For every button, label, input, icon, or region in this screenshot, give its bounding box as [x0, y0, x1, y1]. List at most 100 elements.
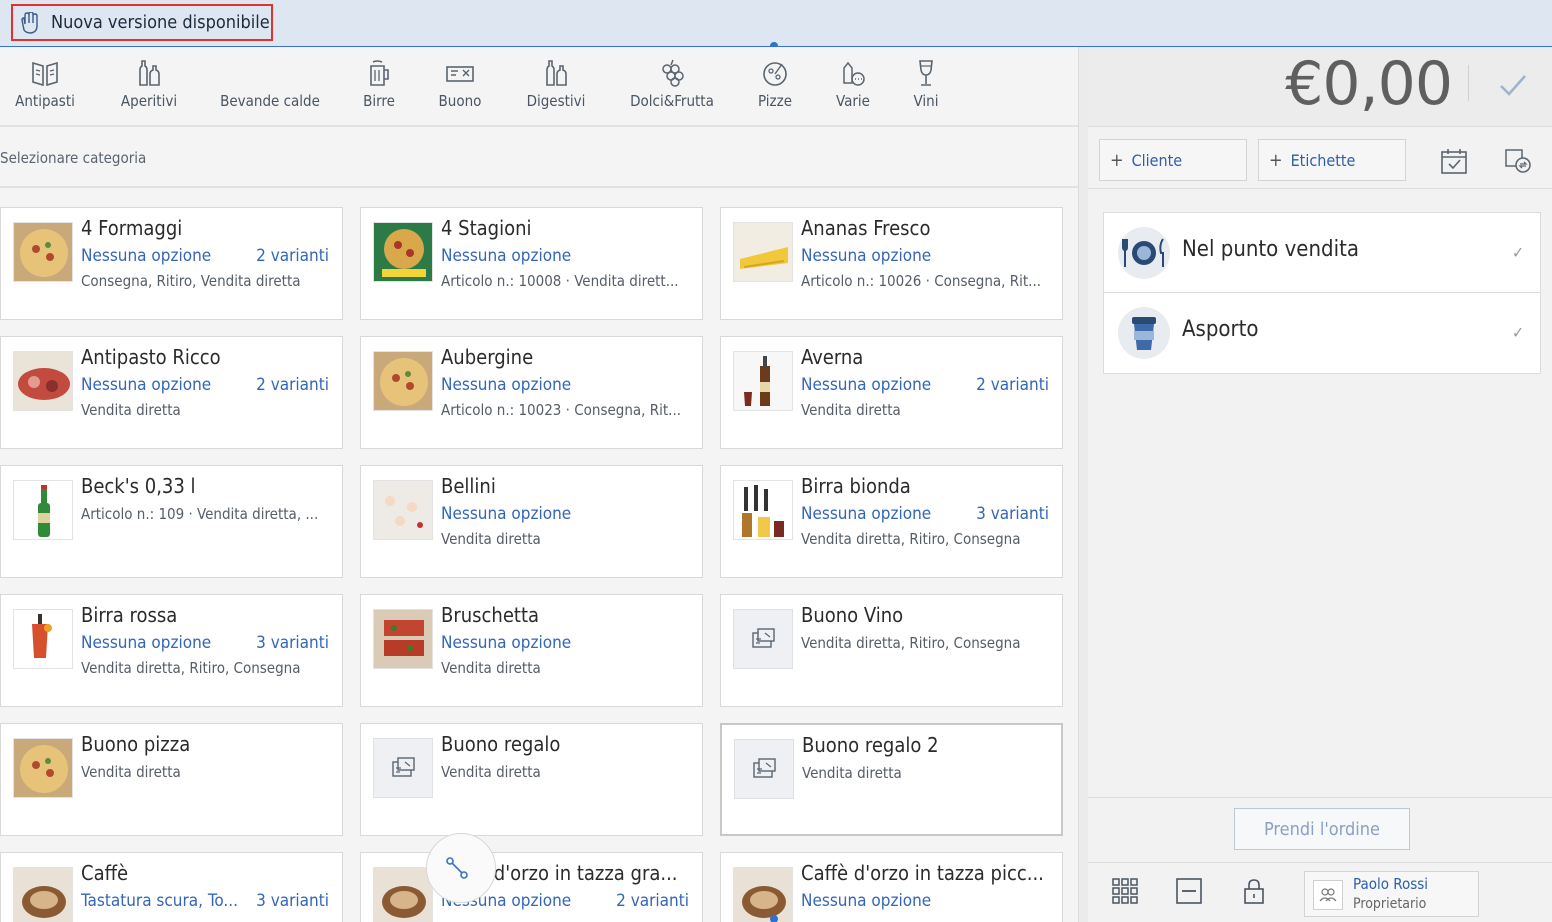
product-name: Ananas Fresco [801, 216, 931, 240]
product-card[interactable]: Birra bionda Nessuna opzione 3 varianti Ven… [720, 465, 1063, 578]
product-name: Buono pizza [81, 732, 191, 756]
product-name: Bellini [441, 474, 496, 498]
product-card[interactable]: Buono pizza Vendita diretta [0, 723, 343, 836]
product-image [373, 222, 433, 282]
total-area: €0,00 [1088, 47, 1552, 127]
product-info: Vendita diretta [801, 401, 901, 419]
category-label: Pizze [757, 92, 793, 110]
product-card[interactable]: Bruschetta Nessuna opzione Vendita diretta [360, 594, 703, 707]
split-handle-bottom[interactable] [770, 915, 778, 922]
order-type-takeaway[interactable]: Asporto ✓ [1104, 293, 1540, 373]
category-label: Bevande calde [220, 92, 320, 110]
voucher-icon [753, 758, 776, 778]
user-role: Proprietario [1353, 896, 1427, 912]
connection-button[interactable] [426, 833, 496, 903]
product-option: Nessuna opzione [441, 375, 572, 395]
check-icon: ✓ [1511, 323, 1524, 342]
product-info: Vendita diretta [81, 401, 181, 419]
product-card[interactable]: Beck's 0,33 l Articolo n.: 109 · Vendita … [0, 465, 343, 578]
misc-icon [843, 61, 865, 86]
order-type-label: Asporto [1182, 317, 1259, 342]
category-antipasti[interactable]: Antipasti [12, 47, 78, 127]
product-card[interactable]: Buono regalo Vendita diretta [360, 723, 703, 836]
product-variants: 3 varianti [256, 633, 329, 653]
divider [1468, 65, 1469, 101]
product-image [733, 222, 793, 282]
category-birre[interactable]: Birre [360, 47, 398, 127]
grid-icon [1112, 878, 1138, 904]
product-card[interactable]: Caffè d'orzo in tazza gra... Nessuna opzi… [360, 852, 703, 922]
voucher-icon [392, 757, 415, 777]
product-option: Nessuna opzione [441, 246, 572, 266]
order-panel: €0,00 + Cliente + Etichette Nel punto vend… [1088, 47, 1552, 922]
product-variants: 2 varianti [256, 375, 329, 395]
add-tags-button[interactable]: + Etichette [1258, 139, 1406, 181]
category-label: Aperitivi [120, 92, 178, 110]
product-name: 4 Formaggi [81, 216, 183, 240]
product-option: Nessuna opzione [441, 633, 572, 653]
link-nodes-icon [446, 857, 468, 879]
check-icon: ✓ [1511, 243, 1524, 262]
panel-divider[interactable] [1078, 47, 1088, 922]
product-card[interactable]: Birra rossa Nessuna opzione 3 varianti Vend… [0, 594, 343, 707]
product-card[interactable]: Caffè d'orzo in tazza picc... Nessuna opz… [720, 852, 1063, 922]
category-varie[interactable]: Varie [833, 47, 873, 127]
transfer-button[interactable] [1502, 145, 1534, 177]
category-vini[interactable]: Vini [908, 47, 944, 127]
add-customer-button[interactable]: + Cliente [1099, 139, 1247, 181]
product-card[interactable]: Averna Nessuna opzione 2 varianti Vendita d… [720, 336, 1063, 449]
product-name: Birra bionda [801, 474, 911, 498]
product-info: Vendita diretta [441, 530, 541, 548]
user-profile-button[interactable]: Paolo Rossi Proprietario [1304, 871, 1479, 917]
category-digestivi[interactable]: Digestivi [523, 47, 589, 127]
product-image [373, 609, 433, 669]
plus-icon: + [1269, 149, 1283, 171]
grid-view-button[interactable] [1109, 875, 1141, 907]
product-card[interactable]: 4 Stagioni Nessuna opzione Articolo n.: 10… [360, 207, 703, 320]
product-name: Aubergine [441, 345, 534, 369]
product-image [733, 480, 793, 540]
product-option: Nessuna opzione [801, 375, 932, 395]
lock-button[interactable] [1238, 875, 1270, 907]
take-order-button[interactable]: Prendi l'ordine [1234, 808, 1410, 850]
minus-button[interactable] [1173, 875, 1205, 907]
category-aperitivi[interactable]: Aperitivi [117, 47, 181, 127]
product-card[interactable]: Buono regalo 2 Vendita diretta [720, 723, 1063, 836]
confirm-button[interactable] [1493, 65, 1533, 105]
order-type-dine-in[interactable]: Nel punto vendita ✓ [1104, 213, 1540, 293]
product-card[interactable]: Buono Vino Vendita diretta, Ritiro, Conse… [720, 594, 1063, 707]
category-label: Dolci&Frutta [630, 92, 714, 110]
product-name: Beck's 0,33 l [81, 474, 196, 498]
product-card[interactable]: Bellini Nessuna opzione Vendita diretta [360, 465, 703, 578]
calendar-check-icon [1441, 149, 1467, 174]
product-card[interactable]: Ananas Fresco Nessuna opzione Articolo n.:… [720, 207, 1063, 320]
calendar-button[interactable] [1438, 145, 1470, 177]
order-tools: + Cliente + Etichette [1088, 127, 1552, 189]
category-label: Digestivi [526, 92, 586, 110]
product-name: Caffè [81, 861, 129, 885]
product-variants: 3 varianti [976, 504, 1049, 524]
new-version-notice[interactable]: Nuova versione disponibile [11, 4, 273, 41]
takeaway-cup-icon [1118, 307, 1170, 359]
voucher-icon [752, 628, 775, 648]
product-info: Vendita diretta [441, 763, 541, 781]
product-area: Antipasti Aperitivi Bevande calde Birre … [0, 47, 1078, 922]
product-card[interactable]: Antipasto Ricco Nessuna opzione 2 varianti… [0, 336, 343, 449]
order-total: €0,00 [1285, 49, 1453, 119]
product-name: Averna [801, 345, 864, 369]
update-banner: Nuova versione disponibile [0, 0, 1552, 47]
product-card[interactable]: Aubergine Nessuna opzione Articolo n.: 100… [360, 336, 703, 449]
category-buono[interactable]: Buono [436, 47, 484, 127]
category-bevande-calde[interactable]: Bevande calde [219, 47, 321, 127]
plus-icon: + [1110, 149, 1124, 171]
product-image [13, 867, 73, 922]
product-image [373, 351, 433, 411]
product-card[interactable]: 4 Formaggi Nessuna opzione 2 varianti Conse… [0, 207, 343, 320]
divider [1088, 797, 1552, 798]
category-dolci-frutta[interactable]: Dolci&Frutta [626, 47, 718, 127]
category-label: Antipasti [15, 92, 75, 110]
product-card[interactable]: Caffè Tastatura scura, To... 3 varianti [0, 852, 343, 922]
category-pizze[interactable]: Pizze [754, 47, 796, 127]
product-name: Buono regalo 2 [802, 733, 939, 757]
product-image [13, 738, 73, 798]
